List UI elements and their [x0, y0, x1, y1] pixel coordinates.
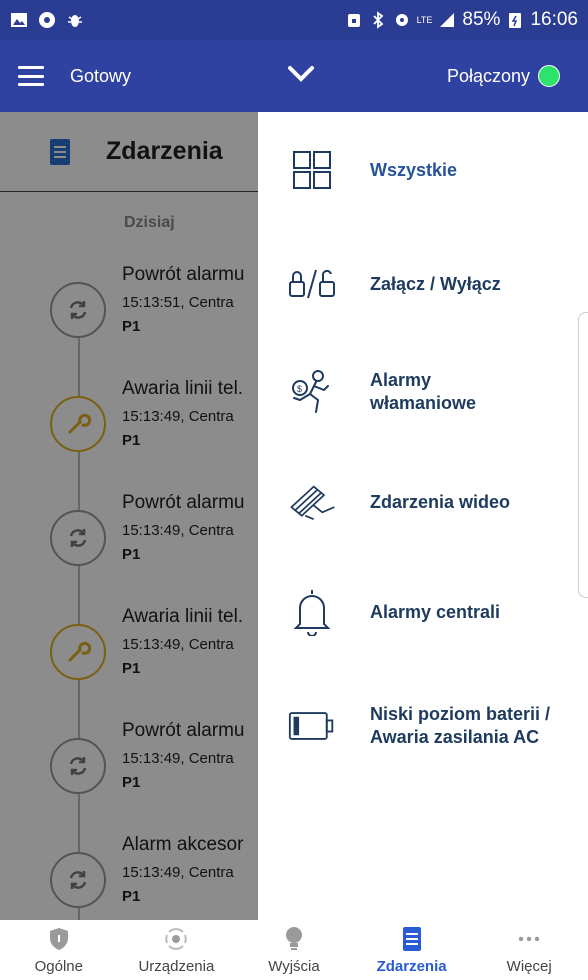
- devices-icon: [163, 926, 189, 952]
- chrome-icon: [39, 12, 55, 28]
- nav-label: Więcej: [506, 958, 552, 975]
- nav-label: Urządzenia: [138, 958, 215, 975]
- filter-item-all[interactable]: Wszystkie: [258, 142, 588, 198]
- filter-item-battery-ac[interactable]: Niski poziom baterii / Awaria zasilania …: [258, 688, 588, 764]
- scrim-overlay[interactable]: [0, 112, 258, 920]
- filter-label: Alarmy włamaniowe: [370, 370, 477, 413]
- signal-icon: [440, 13, 455, 27]
- event-filter-drawer: Wszystkie Załącz / Wyłącz $ Alarmy włama…: [258, 112, 588, 920]
- nav-devices[interactable]: Urządzenia: [118, 920, 236, 980]
- app-status-title: Gotowy: [70, 65, 132, 86]
- connection-status: Połączony: [447, 65, 560, 87]
- svg-text:$: $: [297, 384, 302, 394]
- menu-icon[interactable]: [18, 66, 44, 86]
- filter-label: Zdarzenia wideo: [370, 491, 511, 512]
- bug-icon: [68, 15, 82, 27]
- filter-label: Niski poziom baterii / Awaria zasilania …: [370, 704, 551, 747]
- filter-item-video[interactable]: Zdarzenia wideo: [258, 474, 588, 530]
- scroll-indicator: [578, 312, 588, 598]
- lock-status-icon: [347, 14, 360, 27]
- bell-icon: [288, 588, 336, 636]
- nav-label: Wyjścia: [268, 958, 320, 975]
- battery-percent: 85%: [462, 9, 501, 30]
- filter-label: Alarmy centrali: [370, 601, 501, 622]
- nav-events[interactable]: Zdarzenia: [353, 920, 471, 980]
- bulb-icon: [281, 926, 307, 952]
- lock-unlock-icon: [288, 260, 336, 308]
- camera-icon: [288, 478, 336, 526]
- nav-outputs[interactable]: Wyjścia: [235, 920, 353, 980]
- bottom-navigation: Ogólne Urządzenia Wyjścia Zdarzenia Więc…: [0, 920, 588, 980]
- clock: 16:06: [530, 9, 578, 30]
- grid-icon: [288, 146, 336, 194]
- nav-more[interactable]: Więcej: [470, 920, 588, 980]
- app-bar: Gotowy Połączony: [0, 40, 588, 112]
- status-bar: LTE 85% 16:06: [0, 0, 588, 40]
- more-icon: [516, 926, 542, 952]
- settings-gear-icon: [395, 14, 408, 26]
- connection-dot: [538, 65, 560, 87]
- shield-icon: [46, 926, 72, 952]
- nav-label: Ogólne: [34, 958, 83, 975]
- filter-item-burglary[interactable]: $ Alarmy włamaniowe: [258, 362, 588, 422]
- battery-icon: [288, 702, 336, 750]
- filter-label: Wszystkie: [370, 159, 458, 180]
- filter-item-panel-alarms[interactable]: Alarmy centrali: [258, 584, 588, 640]
- network-type: LTE: [416, 15, 433, 25]
- events-icon: [399, 926, 425, 952]
- battery-icon: [509, 13, 522, 28]
- nav-general[interactable]: Ogólne: [0, 920, 118, 980]
- chevron-down-icon[interactable]: [286, 62, 316, 86]
- bluetooth-icon: [372, 11, 383, 29]
- connection-label: Połączony: [446, 65, 530, 86]
- filter-item-arm-disarm[interactable]: Załącz / Wyłącz: [258, 256, 588, 312]
- filter-label: Załącz / Wyłącz: [370, 273, 501, 294]
- burglar-icon: $: [288, 368, 336, 416]
- nav-label: Zdarzenia: [376, 958, 447, 975]
- image-icon: [11, 13, 27, 27]
